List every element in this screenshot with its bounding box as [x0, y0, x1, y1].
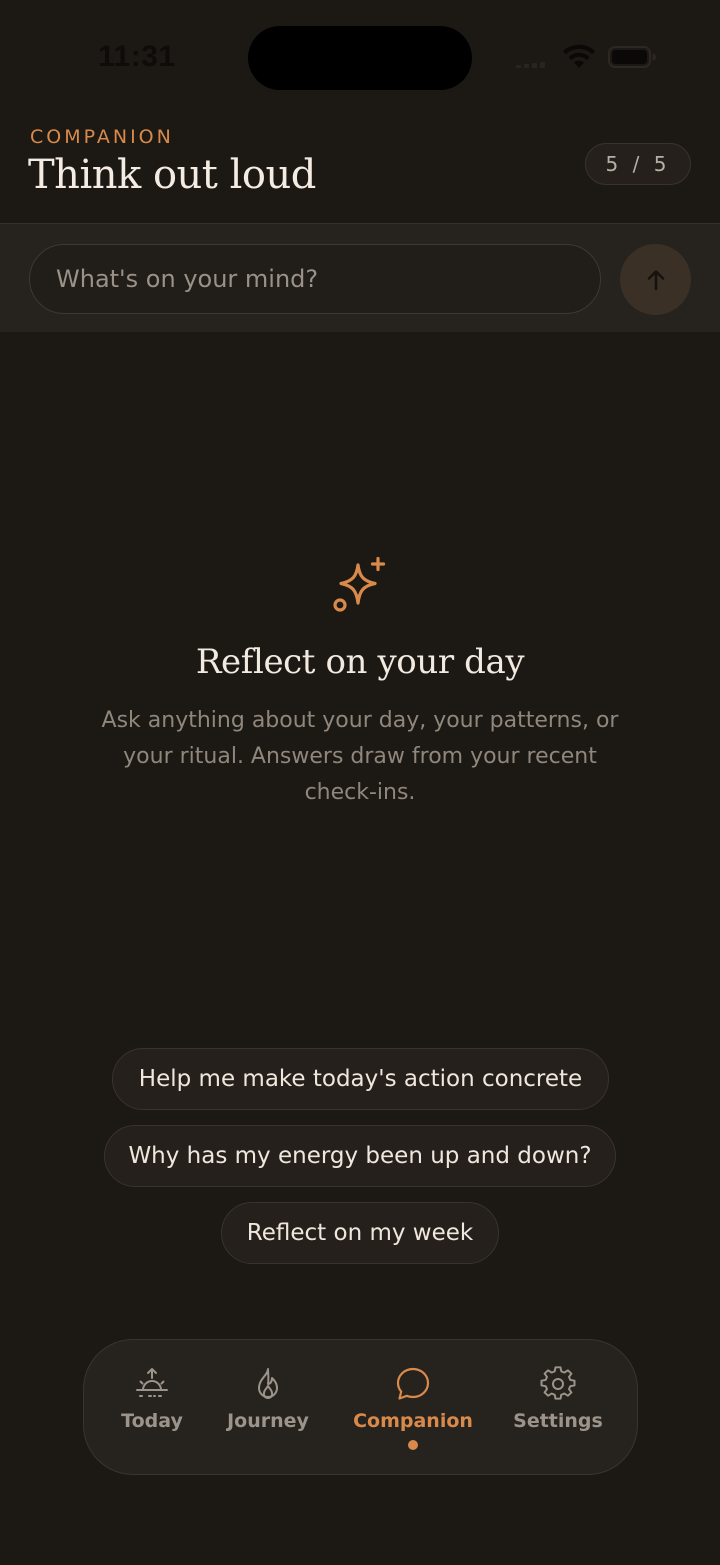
tab-label: Settings — [513, 1410, 603, 1432]
page-title: Think out loud — [28, 152, 316, 198]
screen: 11:31 COMPANION Think out loud 5 / 5 Ref… — [0, 0, 720, 1565]
suggestion-chip[interactable]: Reflect on my week — [221, 1202, 499, 1264]
suggestion-chip[interactable]: Why has my energy been up and down? — [104, 1125, 616, 1187]
message-input[interactable] — [29, 244, 601, 314]
dynamic-island — [248, 26, 472, 90]
usage-counter-badge: 5 / 5 — [585, 143, 691, 185]
gear-icon — [540, 1366, 576, 1400]
empty-state-title: Reflect on your day — [195, 642, 525, 682]
wifi-icon — [563, 44, 595, 68]
chat-bubble-icon — [396, 1367, 430, 1400]
tab-bar: Today Journey Companion Settings — [83, 1339, 638, 1475]
sparkle-icon — [333, 556, 386, 612]
message-composer — [0, 224, 720, 332]
tab-label: Today — [121, 1410, 183, 1432]
battery-icon — [608, 46, 656, 68]
send-button[interactable] — [620, 244, 691, 315]
tab-label: Journey — [227, 1410, 309, 1432]
tab-journey[interactable]: Journey — [220, 1340, 316, 1474]
arrow-up-icon — [647, 269, 664, 290]
suggestion-chip[interactable]: Help me make today's action concrete — [112, 1048, 609, 1110]
active-tab-indicator — [408, 1440, 418, 1450]
tab-companion[interactable]: Companion — [350, 1340, 476, 1474]
status-time: 11:31 — [98, 40, 176, 73]
tab-today[interactable]: Today — [106, 1340, 198, 1474]
section-eyebrow: COMPANION — [30, 126, 174, 148]
sunrise-icon — [136, 1368, 168, 1397]
flame-icon — [258, 1368, 278, 1399]
empty-state-description: Ask anything about your day, your patter… — [101, 708, 619, 805]
tab-label: Companion — [353, 1410, 473, 1432]
tab-settings[interactable]: Settings — [508, 1340, 608, 1474]
cellular-signal-icon — [516, 62, 552, 68]
